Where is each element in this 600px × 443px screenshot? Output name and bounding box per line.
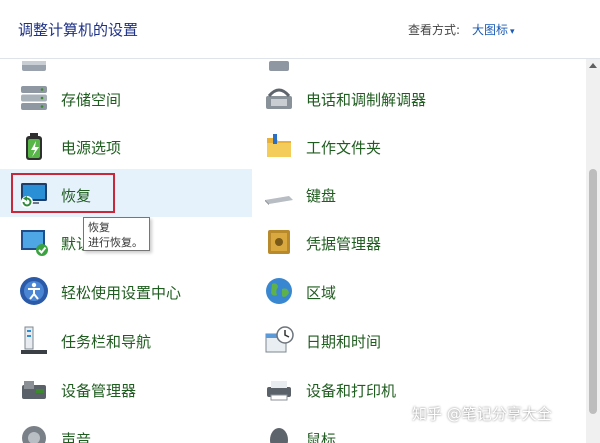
mouse-icon bbox=[270, 428, 288, 443]
view-by-label: 查看方式: bbox=[408, 23, 461, 37]
view-by-dropdown[interactable]: 大图标 ▾ bbox=[472, 21, 515, 38]
tooltip-title: 恢复 bbox=[88, 221, 110, 234]
safe-icon bbox=[268, 230, 290, 254]
calendar-clock-icon bbox=[265, 326, 294, 353]
vertical-scrollbar[interactable] bbox=[586, 59, 600, 443]
item-phone-modem[interactable]: 电话和调制解调器 bbox=[0, 78, 426, 122]
item-label: 电话和调制解调器 bbox=[306, 91, 427, 109]
item-label: 工作文件夹 bbox=[306, 139, 382, 157]
view-by-value[interactable]: 大图标 bbox=[472, 23, 508, 37]
header-bar: 调整计算机的设置 查看方式: 大图标 ▾ bbox=[0, 0, 600, 59]
item-label: 鼠标 bbox=[306, 431, 337, 443]
phone-modem-icon bbox=[266, 88, 292, 109]
scroll-thumb[interactable] bbox=[589, 169, 597, 414]
item-label: 凭据管理器 bbox=[306, 235, 382, 253]
chevron-down-icon[interactable]: ▾ bbox=[510, 27, 515, 37]
tooltip-description: 进行恢复。 bbox=[88, 236, 143, 249]
tooltip: 恢复 进行恢复。 bbox=[83, 217, 150, 251]
scroll-up-arrow-icon[interactable] bbox=[589, 63, 597, 68]
globe-icon bbox=[266, 278, 292, 304]
item-date-time[interactable]: 日期和时间 bbox=[0, 320, 381, 364]
item-mouse[interactable]: 鼠标 bbox=[0, 418, 336, 443]
watermark: 知乎 @笔记分享大全 bbox=[412, 405, 552, 423]
keyboard-icon bbox=[265, 196, 293, 205]
item-label: 键盘 bbox=[306, 187, 337, 205]
control-panel-items: 存储空间 电源选项 恢复 默认 轻松使用设置中心 任务栏和导航 设备管理器 声音… bbox=[0, 59, 586, 443]
item-label: 区域 bbox=[306, 284, 337, 302]
item-label: 日期和时间 bbox=[306, 333, 382, 351]
folder-icon bbox=[267, 134, 291, 157]
item-devices-printers[interactable]: 设备和打印机 bbox=[0, 369, 396, 413]
item-work-folders[interactable]: 工作文件夹 bbox=[0, 126, 381, 170]
page-title: 调整计算机的设置 bbox=[18, 21, 139, 39]
item-label: 设备和打印机 bbox=[306, 382, 397, 400]
item-region[interactable]: 区域 bbox=[0, 271, 336, 315]
remote-icon bbox=[269, 61, 289, 71]
printer-icon bbox=[267, 381, 291, 401]
focus-box bbox=[11, 173, 115, 213]
